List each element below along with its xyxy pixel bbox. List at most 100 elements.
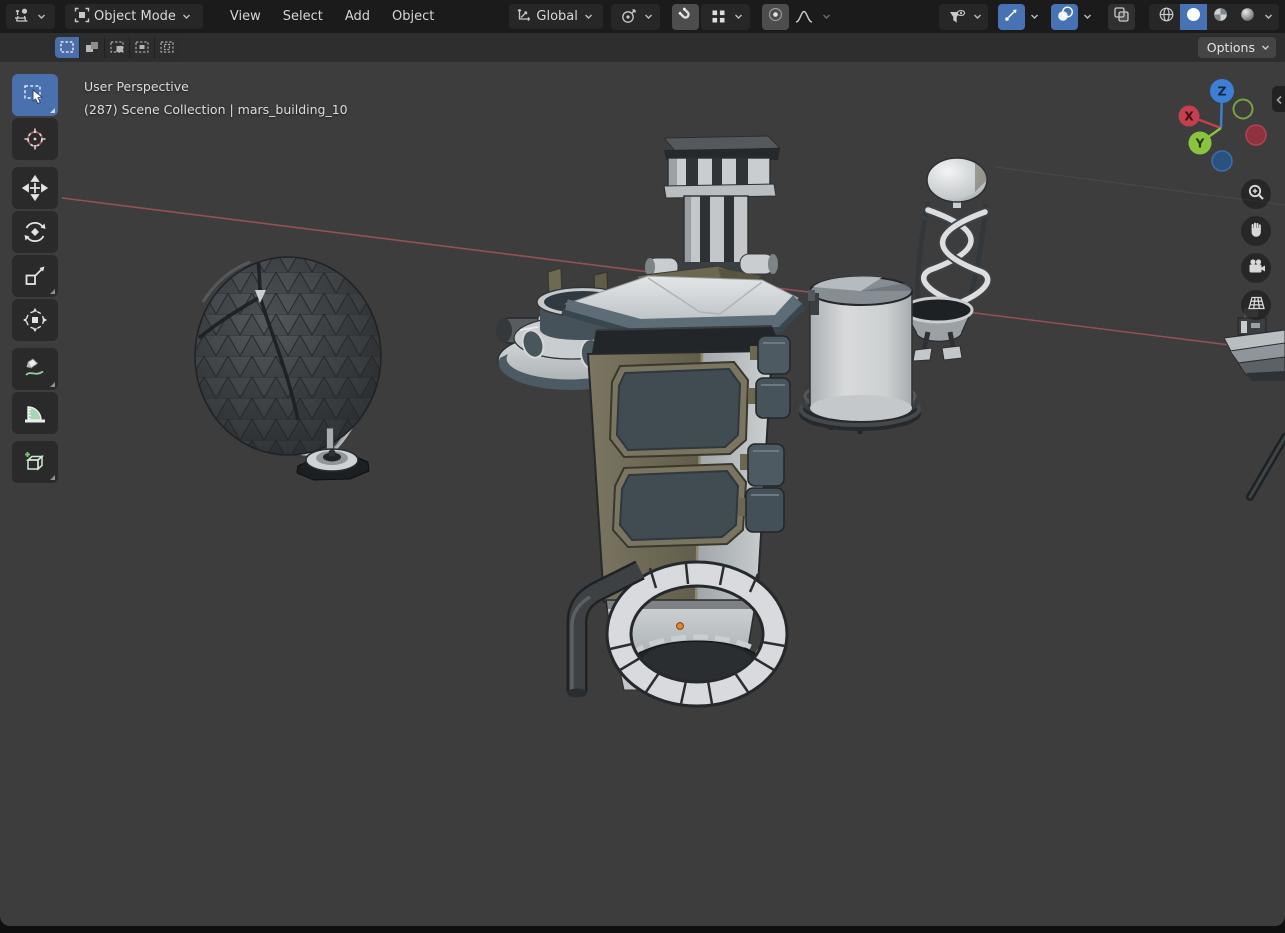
gizmo-axis-neg-y[interactable] [1232,98,1254,120]
gizmo-z-label: Z [1217,84,1226,99]
submenu-indicator [50,289,55,294]
gizmo-axis-z[interactable]: Z [1210,79,1234,103]
chevron-left-icon [1275,90,1283,109]
navigation-gizmo[interactable]: Z X Y [1171,76,1271,176]
proportional-editing-toggle[interactable] [761,3,789,30]
toggle-ortho-button[interactable] [1241,290,1271,320]
pivot-point-dropdown[interactable] [610,3,660,30]
menu-select[interactable]: Select [272,4,334,29]
select-mode-set[interactable] [55,37,79,58]
camera-view-button[interactable] [1241,253,1271,283]
viewport-header: Object Mode View Select Add Object Globa… [0,0,1285,33]
select-mode-extend[interactable] [80,37,104,58]
3d-viewport[interactable]: User Perspective (287) Scene Collection … [0,62,1285,926]
status-strip [0,926,1285,933]
snap-toggle[interactable] [671,3,699,30]
submenu-indicator [50,475,55,480]
tool-settings-bar: Options [0,33,1285,62]
select-mode-subtract[interactable] [105,37,129,58]
falloff-curve-icon[interactable] [791,4,818,30]
chevron-down-icon[interactable] [820,4,834,30]
chevron-down-icon[interactable] [1261,4,1275,30]
proportional-editing-icon [767,6,784,27]
camera-icon [1247,257,1266,279]
proportional-edit-controls [761,3,834,30]
select-mode-intersect[interactable] [155,37,179,58]
tool-transform[interactable] [12,299,58,341]
chevron-down-icon [970,4,984,30]
transform-orientation-dropdown[interactable]: Global [509,4,603,29]
viewport-overlays-toggle[interactable] [1051,3,1078,30]
submenu-indicator [50,382,55,387]
magnifier-zoom-icon [1247,183,1265,205]
select-subtract-icon [110,38,124,57]
submenu-indicator [50,108,55,113]
menu-view[interactable]: View [219,4,272,29]
object-edge-rod[interactable] [1246,433,1285,501]
object-cylinder-tank[interactable] [799,276,921,434]
shading-solid-button[interactable] [1180,3,1207,30]
pan-button[interactable] [1241,216,1271,246]
object-helix-tower[interactable] [902,157,993,362]
orthographic-grid-icon [1247,294,1266,316]
gizmo-axis-neg-x[interactable] [1245,124,1267,146]
tool-cursor[interactable] [12,118,58,160]
select-extend-icon [85,38,99,57]
chevron-down-icon [642,4,656,30]
editor-type-dropdown[interactable] [6,4,55,29]
snapping-controls [671,3,750,30]
select-mode-invert[interactable] [130,37,154,58]
view-perspective-label: User Perspective [84,79,189,94]
tool-measure[interactable] [12,392,58,434]
active-collection-label: (287) Scene Collection | mars_building_1… [84,102,348,117]
tool-move[interactable] [12,167,58,209]
object-mars-building-10[interactable] [561,135,807,708]
viewport-overlays-icon [1056,6,1074,27]
pivot-point-icon [615,4,642,30]
mode-label: Object Mode [94,9,176,24]
object-origin-dot [676,622,684,630]
gizmo-axis-y[interactable]: Y [1188,131,1212,155]
viewport-overlay-text: User Perspective (287) Scene Collection … [84,75,348,121]
rendered-shading-icon [1239,6,1256,27]
transform-orientation-axes-icon [516,7,532,26]
tool-scale[interactable] [12,255,58,297]
snap-target-icon [705,4,732,30]
select-mode-group [55,37,179,58]
select-invert-icon [135,38,149,57]
tool-rotate[interactable] [12,211,58,253]
shading-rendered-button[interactable] [1234,4,1261,30]
viewport-gizmos-toggle[interactable] [998,3,1025,30]
tool-add-cube[interactable] [12,441,58,483]
tool-select-box[interactable] [12,74,58,116]
menu-add[interactable]: Add [334,4,381,29]
chevron-down-icon [1258,35,1272,61]
viewport-nav-buttons [1241,179,1271,327]
gizmo-axis-neg-z[interactable] [1211,150,1233,172]
header-right-controls [939,3,1279,30]
3d-scene[interactable] [0,62,1285,926]
options-dropdown[interactable]: Options [1197,35,1276,61]
tool-annotate[interactable] [12,348,58,390]
menu-object[interactable]: Object [381,4,445,29]
chevron-down-icon[interactable] [1027,4,1041,30]
material-preview-shading-icon [1212,6,1229,27]
mode-dropdown[interactable]: Object Mode [65,4,203,29]
solid-shading-icon [1185,6,1202,27]
chevron-down-icon[interactable] [1080,4,1094,30]
snap-target-dropdown[interactable] [700,3,750,30]
orientation-label: Global [536,9,578,24]
shading-material-button[interactable] [1207,4,1234,30]
sidebar-collapse-tab[interactable] [1272,86,1285,112]
zoom-button[interactable] [1241,179,1271,209]
show-object-types-dropdown[interactable] [939,3,988,30]
shading-wireframe-button[interactable] [1153,4,1180,30]
object-geodesic-dome-balloon[interactable] [194,232,382,481]
object-mode-icon [74,7,90,27]
gizmo-axis-x[interactable]: X [1178,105,1200,127]
header-menus: View Select Add Object [219,4,445,29]
hand-icon [1247,220,1265,242]
viewport-toolbar [12,74,58,485]
toggle-xray-button[interactable] [1108,3,1135,30]
toggle-xray-icon [1113,6,1130,27]
